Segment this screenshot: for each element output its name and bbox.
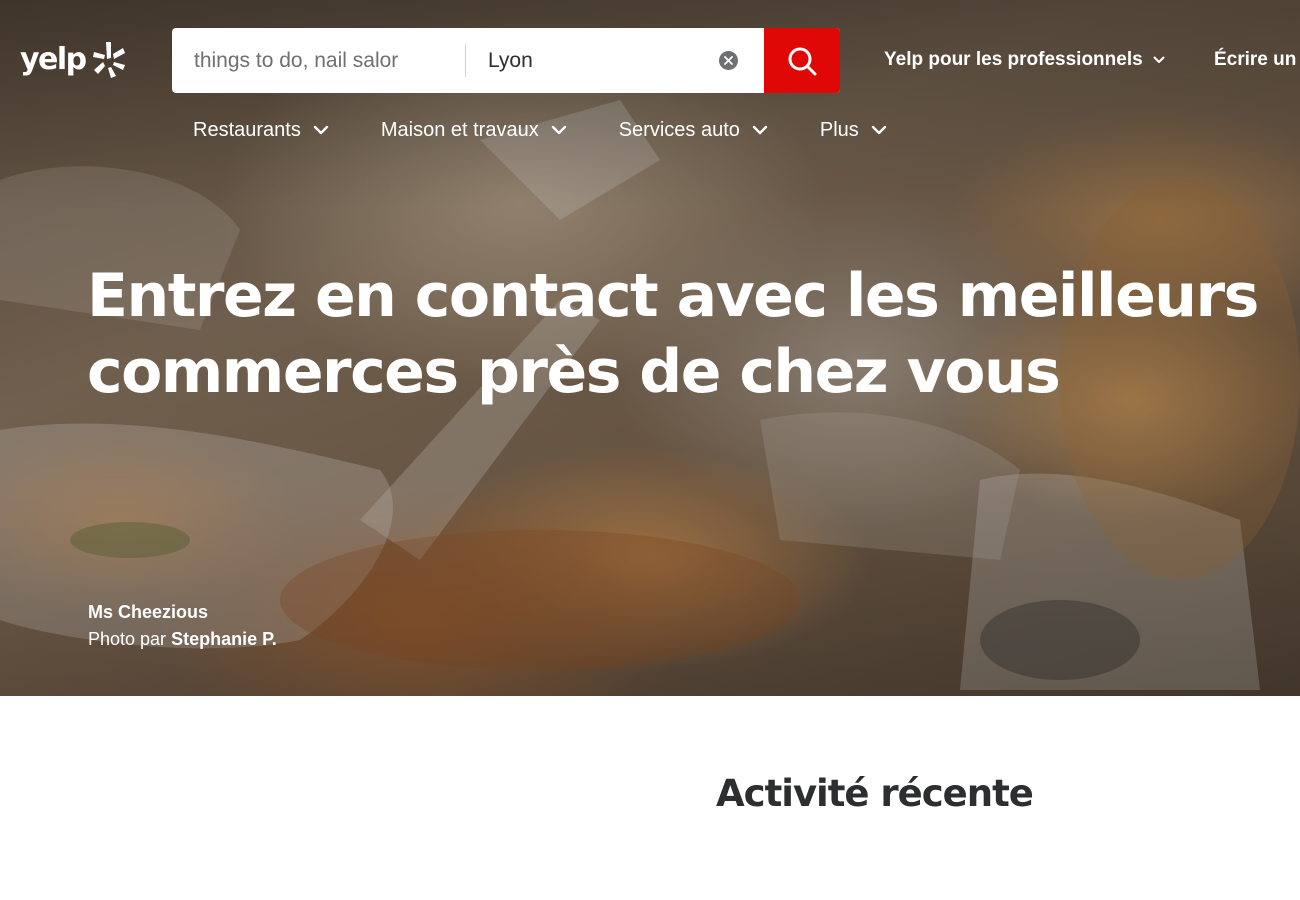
category-auto-services[interactable]: Services auto xyxy=(619,119,768,142)
photographer-link[interactable]: Stephanie P. xyxy=(171,629,277,649)
business-name-link[interactable]: Ms Cheezious xyxy=(88,599,277,626)
category-restaurants[interactable]: Restaurants xyxy=(193,119,329,142)
search-bar xyxy=(172,28,840,93)
hero-headline-line-2: commerces près de chez vous xyxy=(87,337,1061,407)
clear-location-button[interactable] xyxy=(719,51,738,70)
hero-headline: Entrez en contact avec les meilleurs com… xyxy=(87,258,1297,410)
chevron-down-icon xyxy=(313,125,329,135)
category-label: Restaurants xyxy=(193,118,301,141)
yelp-for-business-label: Yelp pour les professionnels xyxy=(884,49,1143,70)
search-icon xyxy=(788,47,817,75)
write-review-label: Écrire un xyxy=(1214,49,1297,70)
chevron-down-icon xyxy=(871,125,886,135)
category-nav: Restaurants Maison et travaux Services a… xyxy=(193,114,887,146)
yelp-burst-icon xyxy=(92,42,125,78)
page: yelp things to do, nail salor Lyon Yelp … xyxy=(0,0,1300,900)
yelp-for-business-link[interactable]: Yelp pour les professionnels xyxy=(884,46,1165,74)
category-label: Maison et travaux xyxy=(380,118,539,141)
category-home-services[interactable]: Maison et travaux xyxy=(381,119,567,142)
clear-icon xyxy=(724,56,733,65)
search-near-field xyxy=(466,28,764,93)
search-find-input[interactable] xyxy=(172,28,465,93)
category-label: Services auto xyxy=(618,118,740,141)
search-submit-button[interactable] xyxy=(764,28,840,93)
recent-activity-title: Activité récente xyxy=(716,772,1034,815)
chevron-down-icon xyxy=(752,125,768,135)
category-label: Plus xyxy=(819,118,859,141)
photo-by-prefix: Photo par xyxy=(88,629,172,649)
hero-headline-line-1: Entrez en contact avec les meilleurs xyxy=(87,261,1259,331)
logo-text: yelp xyxy=(20,42,87,77)
chevron-down-icon xyxy=(1153,56,1165,63)
yelp-logo[interactable]: yelp xyxy=(20,38,126,82)
chevron-down-icon xyxy=(551,125,566,135)
category-more[interactable]: Plus xyxy=(820,119,887,142)
photo-credit: Ms Cheezious Photo par Stephanie P. xyxy=(88,599,277,653)
write-review-link[interactable]: Écrire un xyxy=(1214,46,1296,74)
